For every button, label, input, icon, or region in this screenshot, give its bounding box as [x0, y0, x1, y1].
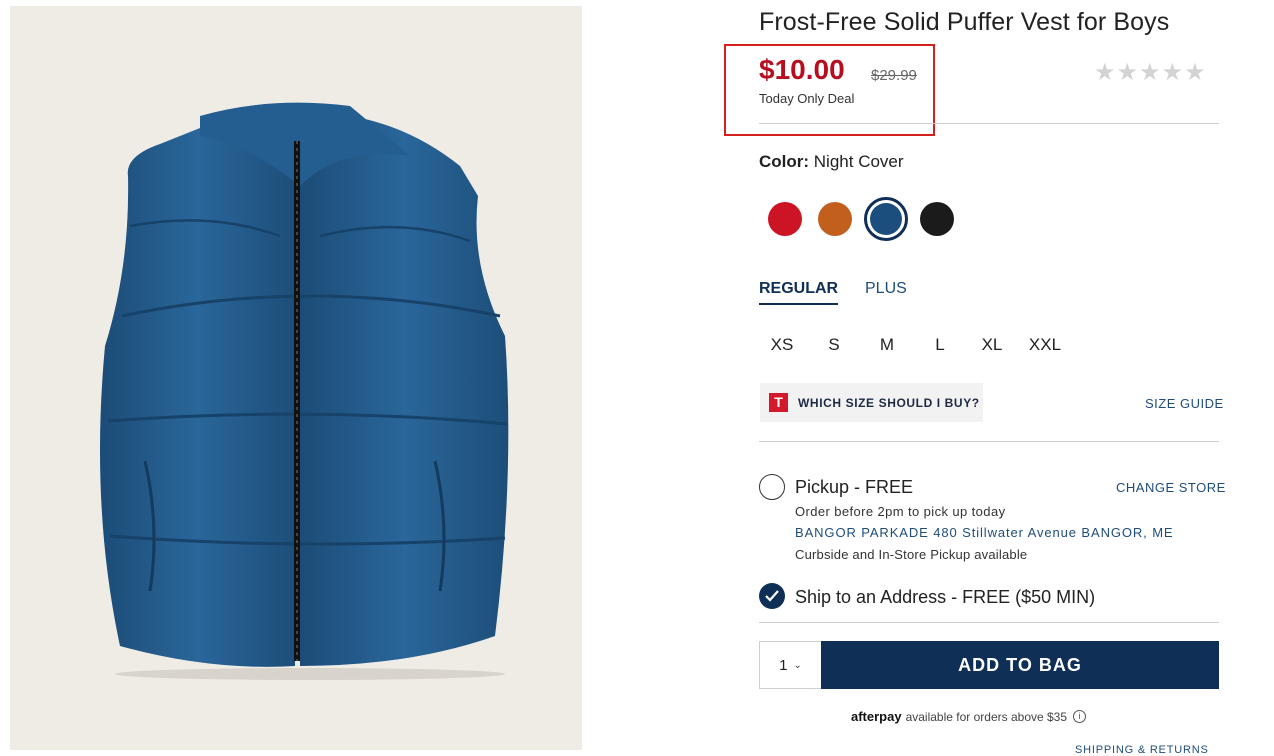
divider [759, 441, 1219, 442]
size-m[interactable]: M [865, 335, 909, 355]
sale-price: $10.00 [759, 54, 845, 85]
add-to-bag-button[interactable]: ADD TO BAG [821, 641, 1219, 689]
pickup-radio[interactable] [759, 474, 785, 500]
size-s[interactable]: S [812, 335, 856, 355]
afterpay-logo-icon: afterpay [851, 709, 902, 724]
info-icon[interactable]: i [1073, 710, 1087, 723]
size-xs[interactable]: XS [760, 335, 804, 355]
color-label: Color: [759, 152, 810, 171]
size-l[interactable]: L [918, 335, 962, 355]
shipping-returns-link[interactable]: SHIPPING & RETURNS [1075, 744, 1209, 756]
checkmark-icon [765, 590, 779, 602]
afterpay-text: available for orders above $35 [905, 709, 1068, 724]
swatch-orange[interactable] [818, 202, 852, 236]
which-size-button[interactable]: T WHICH SIZE SHOULD I BUY? [760, 383, 983, 422]
which-size-label: WHICH SIZE SHOULD I BUY? [798, 395, 980, 410]
quantity-value: 1 [779, 656, 788, 674]
deal-label: Today Only Deal [759, 91, 855, 106]
original-price: $29.99 [871, 67, 917, 84]
swatch-night-cover[interactable] [864, 197, 908, 241]
pickup-note: Order before 2pm to pick up today [795, 504, 1006, 519]
change-store-link[interactable]: CHANGE STORE [1116, 480, 1226, 495]
puffer-vest-illustration [100, 102, 509, 680]
color-value: Night Cover [813, 152, 904, 171]
swatch-black[interactable] [920, 202, 954, 236]
curbside-note: Curbside and In-Store Pickup available [795, 547, 1028, 562]
tab-regular[interactable]: REGULAR [759, 280, 839, 305]
size-guide-link[interactable]: SIZE GUIDE [1145, 396, 1224, 411]
size-xl[interactable]: XL [970, 335, 1014, 355]
color-label-row: Color: Night Cover [759, 152, 904, 172]
store-address[interactable]: BANGOR PARKADE 480 Stillwater Avenue BAN… [795, 525, 1174, 540]
rating-stars-icon[interactable]: ★★★★★ [1094, 58, 1207, 87]
pickup-label[interactable]: Pickup - FREE [795, 477, 913, 498]
swatch-red[interactable] [768, 202, 802, 236]
product-image[interactable] [10, 6, 582, 750]
ship-label[interactable]: Ship to an Address - FREE ($50 MIN) [795, 587, 1095, 608]
swatch-night-cover-fill [870, 203, 902, 235]
product-title: Frost-Free Solid Puffer Vest for Boys [759, 8, 1170, 36]
size-xxl[interactable]: XXL [1023, 335, 1067, 355]
chevron-down-icon: ⌄ [793, 659, 802, 671]
tab-plus[interactable]: PLUS [865, 280, 907, 298]
divider [759, 622, 1219, 623]
ship-checked-radio[interactable] [759, 583, 785, 609]
divider [759, 123, 1219, 124]
quantity-select[interactable]: 1 ⌄ [759, 641, 821, 689]
true-fit-logo-icon: T [769, 393, 788, 412]
afterpay-row: afterpay available for orders above $35 … [851, 709, 1087, 724]
